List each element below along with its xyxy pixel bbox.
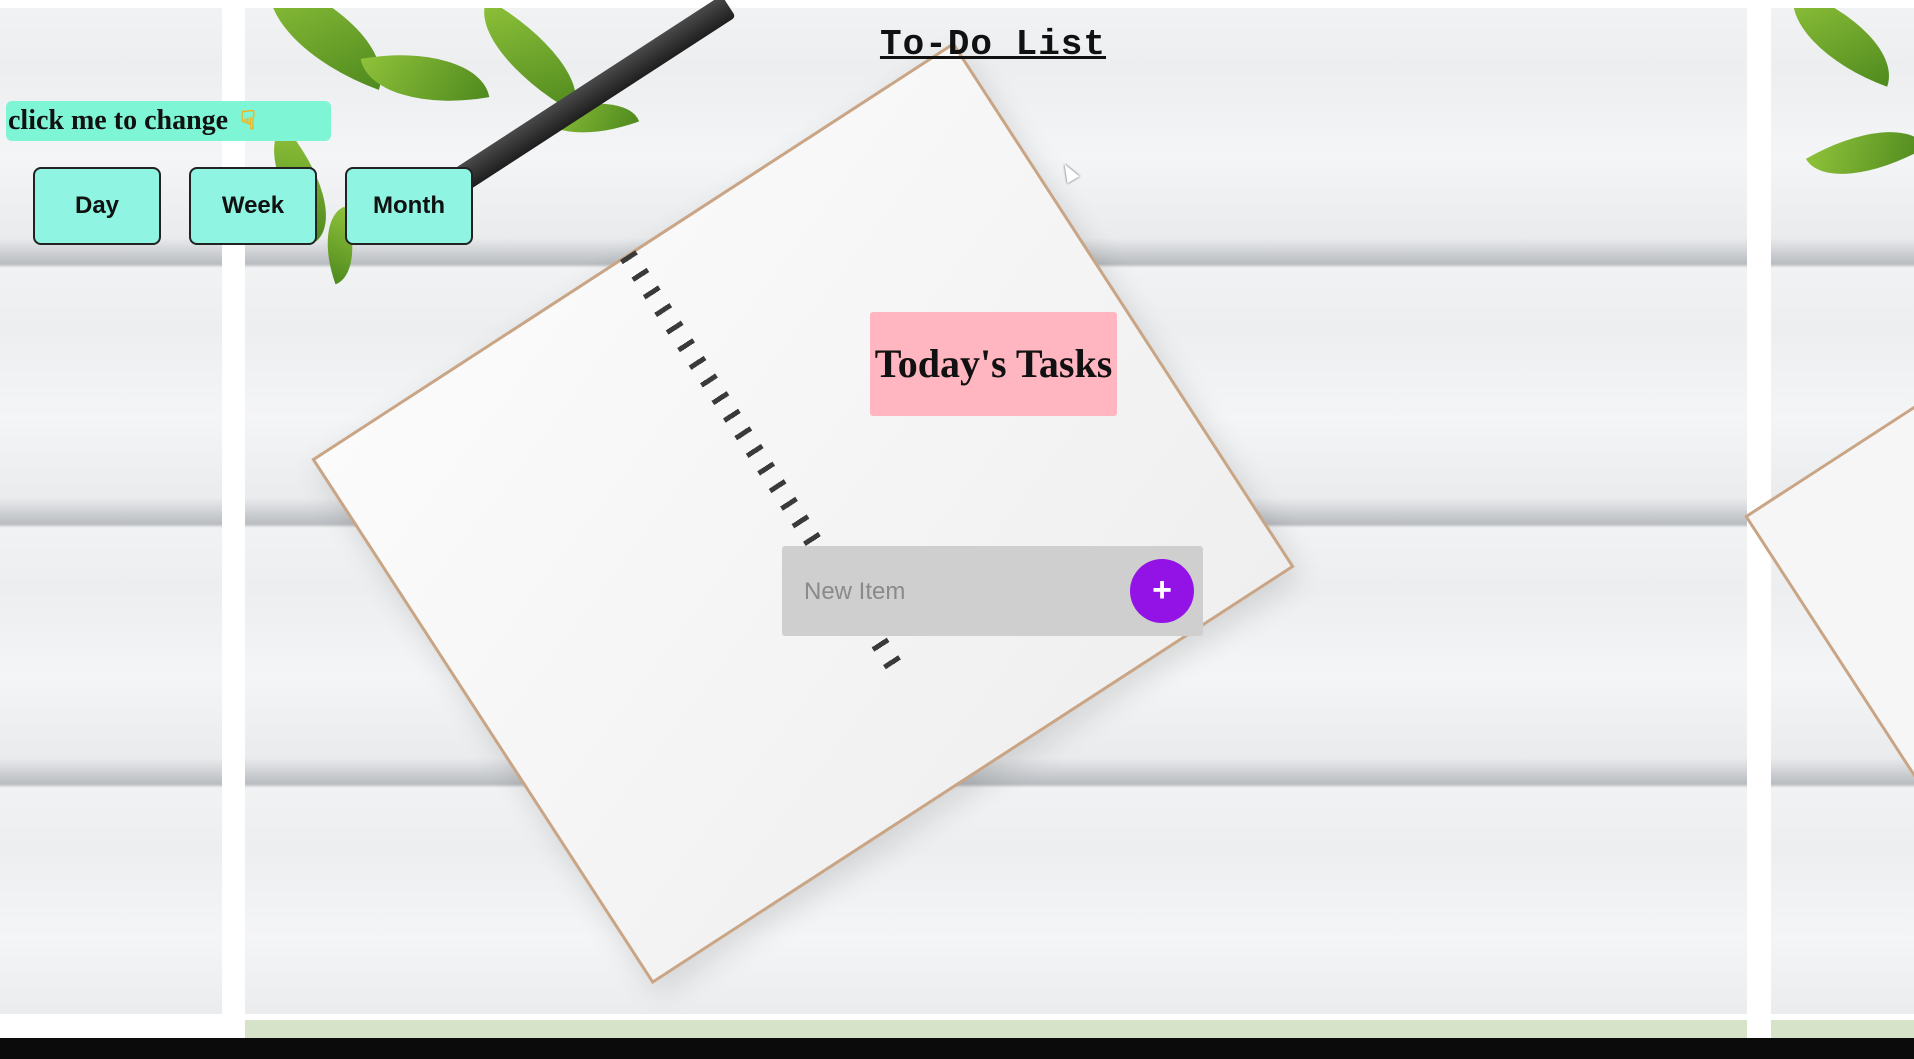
background-strip-bottom-right bbox=[1771, 1020, 1914, 1038]
new-item-input[interactable] bbox=[802, 566, 1106, 618]
week-view-button[interactable]: Week bbox=[189, 167, 317, 245]
background-panel-left bbox=[0, 8, 222, 1014]
new-item-form: + bbox=[782, 546, 1203, 636]
view-change-hint-label: click me to change bbox=[8, 105, 229, 136]
list-heading: Today's Tasks bbox=[870, 312, 1117, 416]
bottom-bar bbox=[0, 1038, 1914, 1059]
add-item-button[interactable]: + bbox=[1130, 559, 1194, 623]
view-change-hint[interactable]: click me to change ☟ bbox=[6, 101, 331, 141]
background-strip-bottom bbox=[245, 1020, 1747, 1038]
page-title: To-Do List bbox=[879, 24, 1107, 65]
day-view-button[interactable]: Day bbox=[33, 167, 161, 245]
page: To-Do List click me to change ☟ Day Week … bbox=[0, 0, 1914, 1059]
plant-leaf bbox=[1805, 103, 1914, 203]
month-view-button[interactable]: Month bbox=[345, 167, 473, 245]
hand-pointing-down-icon: ☟ bbox=[240, 106, 256, 135]
